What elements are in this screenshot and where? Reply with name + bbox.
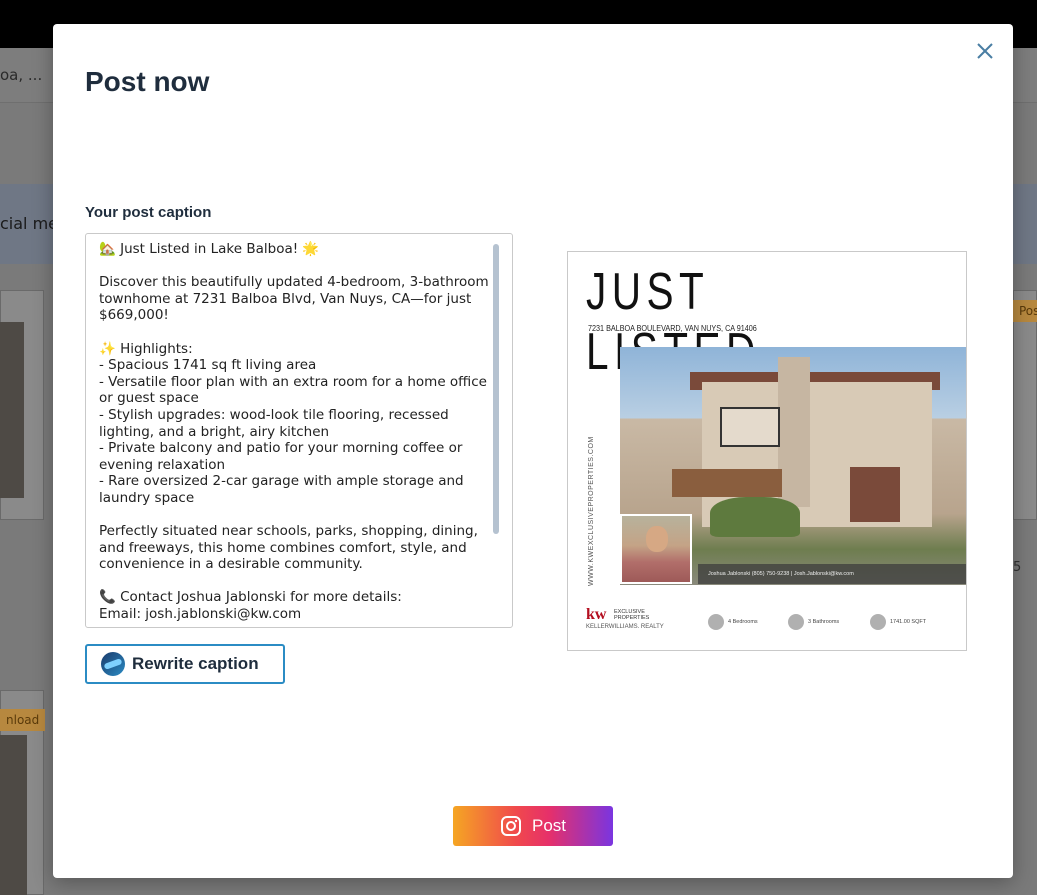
- caption-text[interactable]: 🏡 Just Listed in Lake Balboa! 🌟 Discover…: [86, 234, 512, 623]
- feature-area-label: 1741.00 SQFT: [890, 619, 927, 625]
- rewrite-caption-button[interactable]: Rewrite caption: [85, 644, 285, 684]
- house-chimney: [778, 357, 810, 507]
- background-breadcrumb: oa, ...: [0, 66, 43, 84]
- background-download-tag: nload: [0, 709, 46, 731]
- caption-label: Your post caption: [85, 204, 212, 221]
- close-icon: [977, 42, 993, 59]
- brokerage-name: KELLERWILLIAMS. REALTY: [586, 624, 664, 630]
- post-button[interactable]: Post: [453, 806, 613, 846]
- feature-bedrooms: 4 Bedrooms: [708, 614, 758, 630]
- background-post-tag: Post: [1013, 300, 1037, 322]
- post-now-modal: Post now Your post caption 🏡 Just Listed…: [53, 24, 1013, 878]
- background-photo-bottom-left: [0, 735, 27, 895]
- house-balcony: [720, 407, 780, 447]
- caption-scrollbar[interactable]: [493, 244, 499, 534]
- flyer-address: 7231 BALBOA BOULEVARD, VAN NUYS, CA 9140…: [588, 323, 757, 333]
- background-banner-text: cial me: [0, 214, 59, 233]
- instagram-icon: [500, 816, 521, 836]
- feature-bedrooms-label: 4 Bedrooms: [728, 619, 758, 625]
- bed-icon: [708, 614, 724, 630]
- house-bush: [710, 497, 800, 537]
- house-fence: [672, 469, 782, 497]
- feature-bathrooms-label: 3 Bathrooms: [808, 619, 840, 625]
- post-button-label: Post: [531, 816, 567, 835]
- flyer-website: WWW.KWEXCLUSIVEPROPERTIES.COM: [588, 436, 595, 586]
- agent-info-text: Joshua Jablonski (805) 750-9238 | Josh.J…: [708, 571, 854, 577]
- rewrite-caption-label: Rewrite caption: [132, 654, 259, 673]
- background-card-right: [1013, 290, 1037, 520]
- agent-head: [646, 526, 668, 552]
- agent-photo: [620, 514, 692, 584]
- feature-area: 1741.00 SQFT: [870, 614, 926, 630]
- flyer-preview: JUST LISTED 7231 BALBOA BOULEVARD, VAN N…: [567, 251, 967, 651]
- bath-icon: [788, 614, 804, 630]
- kw-logo: kw: [586, 606, 607, 623]
- caption-textarea[interactable]: 🏡 Just Listed in Lake Balboa! 🌟 Discover…: [85, 233, 513, 628]
- kw-logo-sub: EXCLUSIVE PROPERTIES: [614, 609, 650, 621]
- modal-title: Post now: [85, 66, 210, 97]
- background-count: 5: [1013, 560, 1022, 575]
- ai-sparkle-icon: [101, 652, 125, 676]
- area-icon: [870, 614, 886, 630]
- feature-bathrooms: 3 Bathrooms: [788, 614, 839, 630]
- background-photo-left: [0, 322, 24, 498]
- house-garage: [850, 467, 900, 522]
- close-button[interactable]: [971, 38, 999, 66]
